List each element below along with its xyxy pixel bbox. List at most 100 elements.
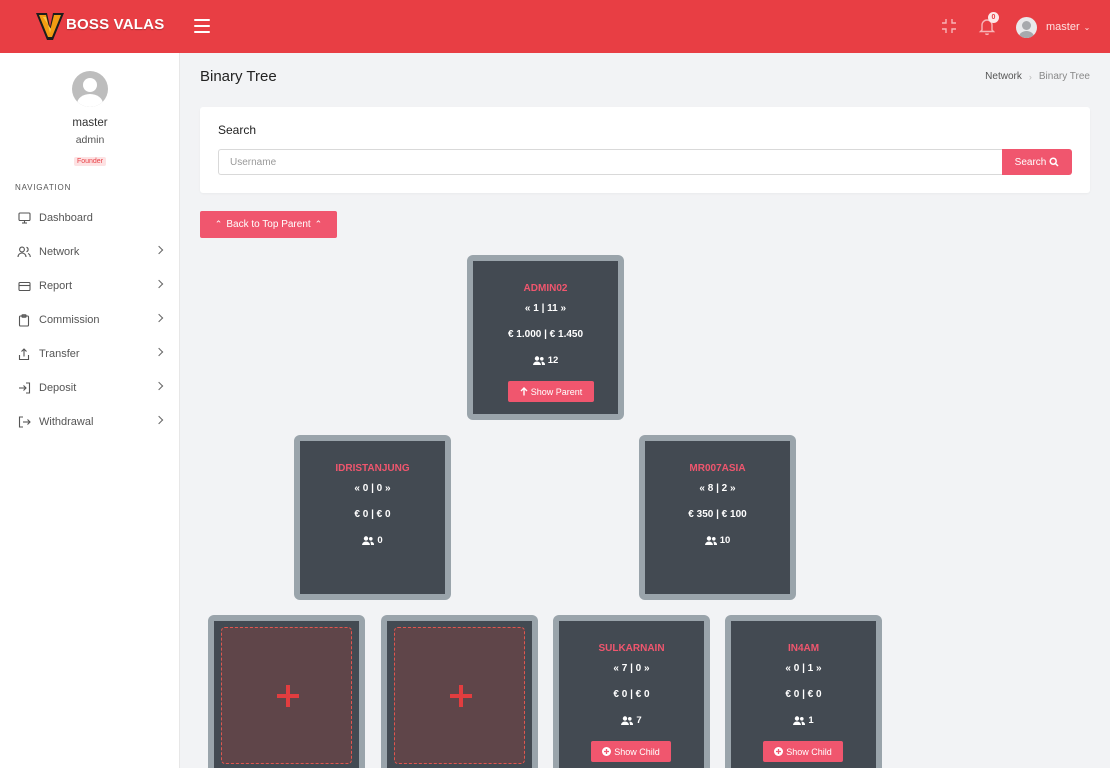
search-button[interactable]: Search: [1002, 149, 1072, 175]
tree-node-left: IDRISTANJUNG « 0 | 0 » € 0 | € 0 0: [294, 435, 451, 600]
back-button-label: Back to Top Parent: [226, 219, 311, 230]
breadcrumb-link[interactable]: Network: [985, 71, 1022, 82]
search-card: Search Search: [200, 107, 1090, 193]
brand-logo-icon[interactable]: [34, 10, 66, 42]
show-child-button[interactable]: Show Child: [591, 741, 671, 762]
node-username[interactable]: IDRISTANJUNG: [300, 463, 445, 474]
notification-count-badge: 0: [988, 12, 999, 23]
users-icon: [532, 356, 545, 365]
sidebar-item-label: Report: [39, 280, 73, 292]
node-username[interactable]: ADMIN02: [473, 283, 618, 294]
sidebar-item-label: Commission: [39, 314, 100, 326]
menu-toggle-icon[interactable]: [194, 19, 210, 33]
sidebar-item-label: Network: [39, 246, 80, 258]
profile-avatar: [72, 71, 108, 107]
node-username[interactable]: IN4AM: [731, 643, 876, 654]
sidebar-item-report[interactable]: Report: [0, 269, 180, 303]
credit-card-icon: [17, 279, 31, 293]
nav-heading: NAVIGATION: [15, 183, 72, 192]
monitor-icon: [17, 211, 31, 225]
sidebar-item-commission[interactable]: Commission: [0, 303, 180, 337]
node-team-count: 1: [731, 715, 876, 726]
node-balance: € 350 | € 100: [688, 509, 747, 520]
back-to-top-parent-button[interactable]: ⌃ Back to Top Parent ⌃: [200, 211, 337, 238]
sidebar-item-label: Transfer: [39, 348, 80, 360]
tree-node-right-left: SULKARNAIN « 7 | 0 » € 0 | € 0 7 Show Ch…: [553, 615, 710, 768]
breadcrumb-separator-icon: ›: [1028, 71, 1032, 82]
sidebar: master admin Founder NAVIGATION Dashboar…: [0, 53, 180, 768]
tree-node-right-right: IN4AM « 0 | 1 » € 0 | € 0 1 Show Child: [725, 615, 882, 768]
tree-node-empty: [381, 615, 538, 768]
profile-badge: Founder: [73, 157, 107, 166]
profile-role: admin: [75, 134, 105, 146]
show-child-button[interactable]: Show Child: [763, 741, 843, 762]
node-username[interactable]: SULKARNAIN: [559, 643, 704, 654]
avatar: [1016, 16, 1037, 38]
node-balance: € 0 | € 0: [613, 689, 650, 700]
plus-icon: [450, 685, 472, 707]
clipboard-icon: [17, 313, 31, 327]
node-left-right-count: « 7 | 0 »: [613, 663, 650, 674]
plus-circle-icon: [602, 747, 612, 756]
tree-node-right: MR007ASIA « 8 | 2 » € 350 | € 100 10: [639, 435, 796, 600]
user-menu-name: master: [1046, 21, 1080, 33]
share-icon: [17, 347, 31, 361]
node-left-right-count: « 8 | 2 »: [699, 483, 736, 494]
sidebar-item-dashboard[interactable]: Dashboard: [0, 201, 180, 235]
arrow-up-icon: [520, 387, 528, 396]
users-icon: [704, 536, 717, 545]
search-icon: [1049, 157, 1059, 167]
sidebar-item-label: Withdrawal: [39, 416, 94, 428]
node-left-right-count: « 0 | 1 »: [785, 663, 822, 674]
sidebar-item-network[interactable]: Network: [0, 235, 180, 269]
page-title: Binary Tree: [200, 68, 277, 85]
node-balance: € 1.000 | € 1.450: [507, 329, 584, 340]
top-navbar: BOSS VALAS 0 master ⌄: [0, 0, 1110, 53]
brand-name[interactable]: BOSS VALAS: [66, 16, 164, 33]
node-team-count: 7: [559, 715, 704, 726]
add-member-slot[interactable]: [221, 627, 352, 764]
node-left-right-count: « 1 | 11 »: [524, 303, 567, 314]
chevrons-up-icon: ⌃: [214, 219, 223, 229]
tree-node-empty: [208, 615, 365, 768]
node-left-right-count: « 0 | 0 »: [354, 483, 391, 494]
users-icon: [621, 716, 634, 725]
chevron-down-icon: ⌄: [1083, 22, 1091, 32]
search-label: Search: [218, 123, 257, 137]
plus-icon: [277, 685, 299, 707]
chevron-right-icon: [154, 245, 164, 255]
log-in-icon: [17, 381, 31, 395]
chevron-right-icon: [154, 279, 164, 289]
chevron-right-icon: [154, 313, 164, 323]
sidebar-item-transfer[interactable]: Transfer: [0, 337, 180, 371]
node-team-count: 12: [473, 355, 618, 366]
sidebar-item-label: Deposit: [39, 382, 77, 394]
node-balance: € 0 | € 0: [354, 509, 391, 520]
sidebar-item-label: Dashboard: [39, 212, 93, 224]
breadcrumb-current: Binary Tree: [1038, 71, 1090, 82]
node-team-count: 10: [645, 535, 790, 546]
node-team-count: 0: [300, 535, 445, 546]
sidebar-item-deposit[interactable]: Deposit: [0, 371, 180, 405]
search-button-label: Search: [1014, 156, 1047, 168]
show-parent-button[interactable]: Show Parent: [508, 381, 594, 402]
plus-circle-icon: [774, 747, 784, 756]
chevron-right-icon: [154, 381, 164, 391]
profile-name: master: [72, 117, 108, 129]
chevrons-up-icon: ⌃: [314, 219, 323, 229]
chevron-right-icon: [154, 347, 164, 357]
log-out-icon: [17, 415, 31, 429]
compress-icon[interactable]: [940, 17, 958, 35]
search-input[interactable]: [218, 149, 1002, 175]
users-icon: [793, 716, 806, 725]
add-member-slot[interactable]: [394, 627, 525, 764]
breadcrumb: Network › Binary Tree: [985, 71, 1090, 82]
sidebar-nav: Dashboard Network Report Commission Tran…: [0, 201, 180, 439]
tree-node-root: ADMIN02 « 1 | 11 » € 1.000 | € 1.450 12 …: [467, 255, 624, 420]
node-balance: € 0 | € 0: [785, 689, 822, 700]
users-icon: [362, 536, 375, 545]
user-menu[interactable]: master ⌄: [1016, 16, 1090, 38]
sidebar-item-withdrawal[interactable]: Withdrawal: [0, 405, 180, 439]
node-username[interactable]: MR007ASIA: [645, 463, 790, 474]
chevron-right-icon: [154, 415, 164, 425]
